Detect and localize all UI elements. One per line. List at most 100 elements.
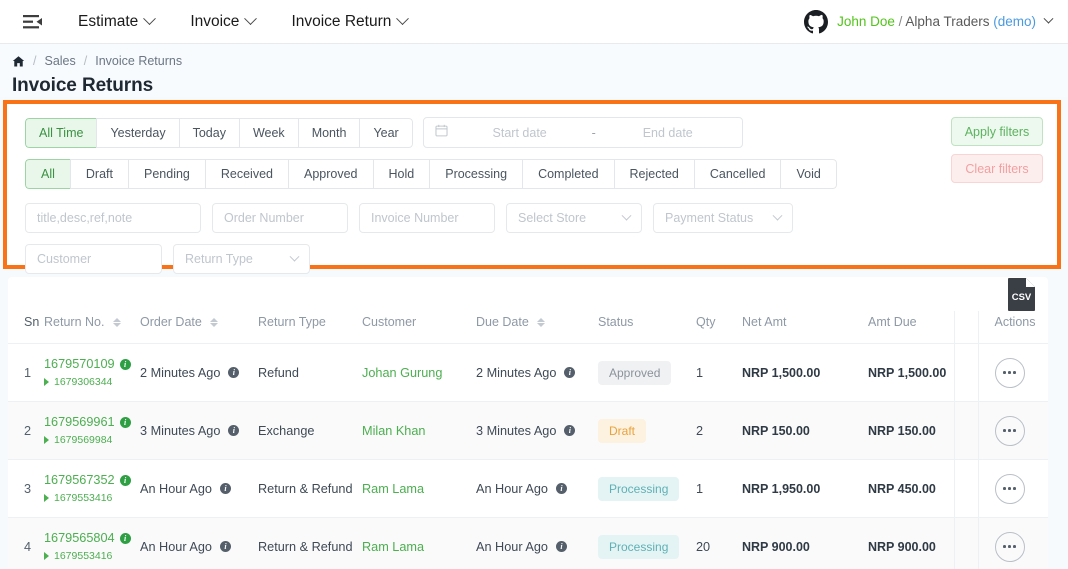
amt-due-value: NRP 450.00 (868, 481, 936, 496)
status-tab-hold[interactable]: Hold (372, 159, 430, 189)
status-tab-completed[interactable]: Completed (522, 159, 614, 189)
status-tab-void[interactable]: Void (780, 159, 837, 189)
table-row[interactable]: 4 1679565804 i 1679553416 An Hour Ago i (8, 517, 1048, 569)
time-range-all-time[interactable]: All Time (25, 117, 97, 148)
time-range-month[interactable]: Month (297, 117, 360, 148)
home-icon[interactable] (12, 55, 25, 68)
info-icon[interactable]: i (119, 532, 131, 544)
invoice-number-input[interactable]: Invoice Number (359, 203, 495, 233)
status-tab-processing[interactable]: Processing (429, 159, 523, 189)
status-tab-cancelled[interactable]: Cancelled (693, 159, 781, 189)
sort-icon[interactable] (112, 318, 121, 328)
cell-order-date: An Hour Ago i (140, 517, 258, 569)
time-range-yesterday[interactable]: Yesterday (96, 117, 179, 148)
row-actions-button[interactable] (994, 415, 1025, 446)
nav-item-invoice[interactable]: Invoice (190, 12, 258, 31)
cell-return-no: 1679565804 i 1679553416 (44, 517, 140, 569)
return-ref[interactable]: 1679553416 (44, 492, 140, 504)
info-icon[interactable]: i (228, 367, 240, 378)
breadcrumb-section: / Sales / Invoice Returns Invoice Return… (0, 44, 1068, 97)
status-badge: Processing (598, 534, 680, 559)
status-tab-all[interactable]: All (25, 159, 70, 189)
time-range-today[interactable]: Today (178, 117, 239, 148)
column-header-order-date[interactable]: Order Date (140, 311, 258, 344)
column-header-customer: Customer (362, 311, 476, 344)
column-header-actions: Actions (977, 311, 1048, 344)
table-row[interactable]: 3 1679567352 i 1679553416 An Hour Ago i (8, 459, 1048, 518)
info-icon[interactable]: i (564, 367, 576, 378)
nav-item-estimate[interactable]: Estimate (78, 12, 157, 31)
info-icon[interactable]: i (555, 483, 567, 494)
table-row[interactable]: 1 1679570109 i 1679306344 2 Minutes Ago … (8, 343, 1048, 402)
row-actions-button[interactable] (994, 357, 1025, 388)
sort-icon[interactable] (537, 318, 546, 328)
return-ref-value: 1679306344 (54, 376, 113, 388)
return-ref[interactable]: 1679569984 (44, 434, 140, 446)
info-icon[interactable]: i (219, 483, 231, 494)
time-range-year[interactable]: Year (359, 117, 413, 148)
cell-actions (977, 343, 1048, 402)
customer-link[interactable]: Ram Lama (362, 540, 424, 554)
return-type-select[interactable]: Return Type (173, 244, 310, 274)
customer-link[interactable]: Johan Gurung (362, 366, 442, 380)
start-date-input[interactable]: Start date (457, 126, 583, 140)
info-icon[interactable]: i (555, 541, 567, 552)
return-ref[interactable]: 1679553416 (44, 550, 140, 562)
amt-due-value: NRP 150.00 (868, 423, 936, 438)
caret-right-icon (44, 436, 49, 444)
net-amt-value: NRP 900.00 (742, 539, 810, 554)
apply-filters-button[interactable]: Apply filters (951, 117, 1043, 146)
customer-input[interactable]: Customer (25, 244, 162, 274)
user-account-menu[interactable]: John Doe / Alpha Traders (demo) (804, 9, 1054, 34)
status-tab-approved[interactable]: Approved (288, 159, 373, 189)
return-ref-value: 1679569984 (54, 434, 113, 446)
table-header: Sn Return No. Order Date Return Type Cus… (8, 311, 1048, 344)
end-date-input[interactable]: End date (605, 126, 731, 140)
status-tab-draft[interactable]: Draft (69, 159, 128, 189)
cell-status: Processing (598, 459, 696, 518)
customer-link[interactable]: Milan Khan (362, 424, 425, 438)
clear-filters-button[interactable]: Clear filters (951, 154, 1043, 183)
customer-link[interactable]: Ram Lama (362, 482, 424, 496)
table-row[interactable]: 2 1679569961 i 1679569984 3 Minutes Ago … (8, 401, 1048, 460)
menu-fold-icon[interactable] (22, 11, 44, 33)
page-title: Invoice Returns (12, 75, 154, 96)
row-actions-button[interactable] (994, 531, 1025, 562)
payment-status-select[interactable]: Payment Status (653, 203, 793, 233)
sort-icon[interactable] (210, 318, 219, 328)
return-no-link[interactable]: 1679567352 i (44, 473, 140, 487)
cell-due-date: An Hour Ago i (476, 459, 598, 518)
cell-status: Processing (598, 517, 696, 569)
status-tab-rejected[interactable]: Rejected (613, 159, 694, 189)
info-icon[interactable]: i (228, 425, 240, 436)
return-no-link[interactable]: 1679569961 i (44, 415, 140, 429)
row-actions-button[interactable] (994, 473, 1025, 504)
info-icon[interactable]: i (119, 416, 131, 428)
search-input[interactable]: title,desc,ref,note (25, 203, 201, 233)
status-tab-received[interactable]: Received (204, 159, 288, 189)
time-range-row: All Time Yesterday Today Week Month Year… (25, 117, 1043, 148)
nav-item-invoice-return[interactable]: Invoice Return (291, 12, 410, 31)
return-no-link[interactable]: 1679570109 i (44, 357, 140, 371)
cell-due-date: An Hour Ago i (476, 517, 598, 569)
info-icon[interactable]: i (219, 541, 231, 552)
primary-nav-items: Estimate Invoice Invoice Return (78, 12, 410, 31)
filter-action-buttons: Apply filters Clear filters (951, 117, 1043, 183)
info-icon[interactable]: i (119, 358, 131, 370)
return-no-link[interactable]: 1679565804 i (44, 531, 140, 545)
store-select[interactable]: Select Store (506, 203, 642, 233)
info-icon[interactable]: i (564, 425, 576, 436)
chevron-down-icon (772, 210, 783, 221)
cell-actions (977, 401, 1048, 460)
info-icon[interactable]: i (119, 474, 131, 486)
return-ref[interactable]: 1679306344 (44, 376, 140, 388)
svg-text:CSV: CSV (1012, 292, 1032, 303)
status-tab-pending[interactable]: Pending (128, 159, 205, 189)
time-range-week[interactable]: Week (238, 117, 298, 148)
column-header-due-date[interactable]: Due Date (476, 311, 598, 344)
breadcrumb-item-sales[interactable]: Sales (44, 54, 75, 68)
date-range-picker[interactable]: Start date - End date (422, 117, 743, 148)
column-header-return-no[interactable]: Return No. (44, 311, 140, 344)
order-number-input[interactable]: Order Number (212, 203, 348, 233)
user-account-label: John Doe / Alpha Traders (demo) (837, 14, 1036, 29)
